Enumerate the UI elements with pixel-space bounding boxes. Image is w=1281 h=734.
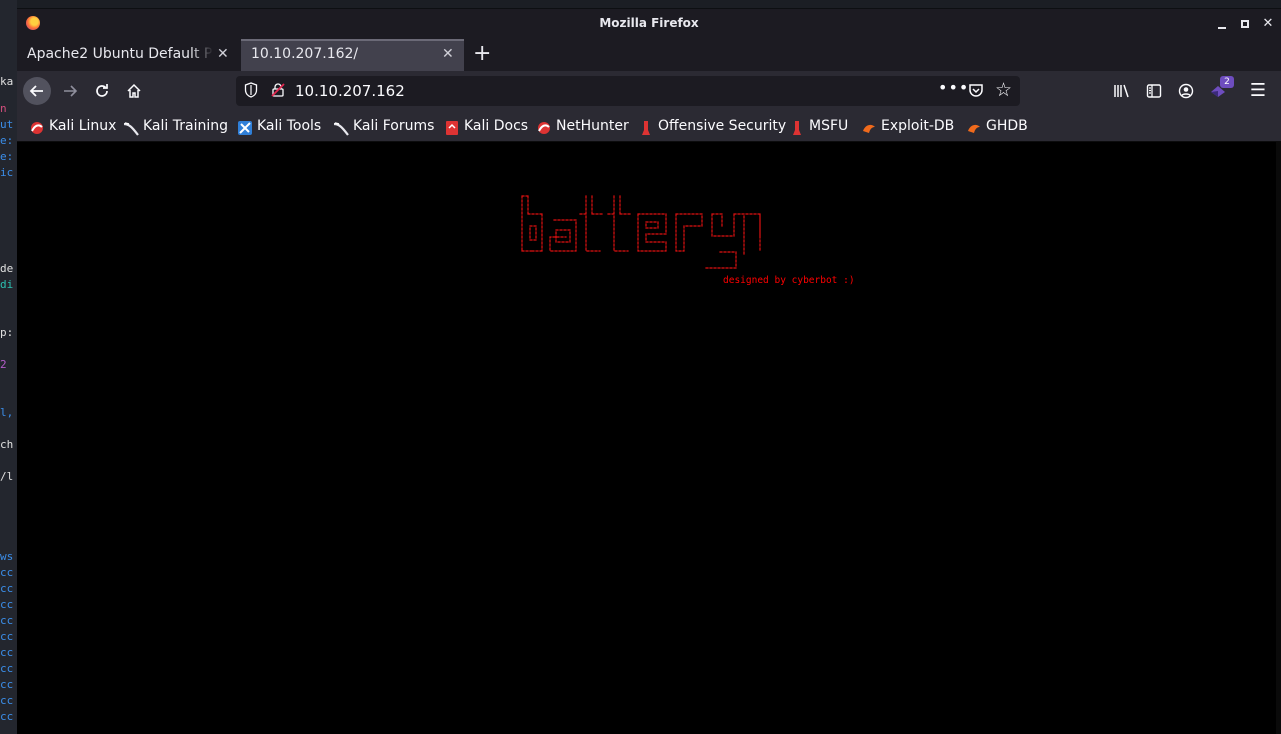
minimize-icon bbox=[1218, 27, 1226, 29]
tab-title: 10.10.207.162/ bbox=[251, 46, 359, 62]
bookmark-label: GHDB bbox=[986, 118, 1028, 134]
url-bar[interactable]: 10.10.207.162 ••• ☆ bbox=[236, 76, 1020, 106]
background-window-strip bbox=[0, 0, 1281, 9]
page-actions-more-icon[interactable]: ••• bbox=[938, 78, 969, 97]
home-icon bbox=[127, 83, 141, 98]
tab-strip: Apache2 Ubuntu Default Pac ✕ 10.10.207.1… bbox=[17, 39, 1281, 71]
pocket-icon[interactable] bbox=[968, 83, 984, 98]
tab-battery-active[interactable]: 10.10.207.162/ ✕ bbox=[241, 39, 464, 71]
home-button[interactable] bbox=[120, 77, 148, 105]
open-menu-button[interactable]: ☰ bbox=[1247, 80, 1269, 102]
navigation-toolbar: 10.10.207.162 ••• ☆ 2 ☰ bbox=[17, 71, 1281, 111]
maximize-button[interactable] bbox=[1235, 14, 1255, 34]
bookmark-label: MSFU bbox=[809, 118, 849, 134]
kali-dragon-icon bbox=[31, 122, 43, 134]
tab-close-icon[interactable]: ✕ bbox=[217, 46, 229, 62]
bookmark-label: Kali Docs bbox=[464, 118, 529, 134]
hamburger-menu-icon: ☰ bbox=[1249, 80, 1267, 101]
nethunter-icon bbox=[538, 122, 550, 134]
bookmark-label: NetHunter bbox=[556, 118, 629, 134]
forward-button[interactable] bbox=[56, 77, 84, 105]
tracking-protection-shield-icon[interactable] bbox=[244, 82, 258, 98]
sidebar-icon bbox=[1146, 84, 1162, 98]
bookmark-label: Offensive Security bbox=[658, 118, 787, 134]
new-tab-button[interactable]: + bbox=[473, 42, 491, 66]
bookmark-label: Exploit-DB bbox=[881, 118, 955, 134]
window-title: Mozilla Firefox bbox=[599, 16, 699, 30]
kali-training-icon bbox=[123, 122, 139, 136]
close-icon: ✕ bbox=[1262, 16, 1274, 31]
firefox-window: Mozilla Firefox ✕ Apache2 Ubuntu Default… bbox=[17, 9, 1281, 734]
insecure-connection-lock-icon[interactable] bbox=[271, 83, 285, 97]
bookmark-label: Kali Tools bbox=[257, 118, 322, 134]
bookmark-label: Kali Training bbox=[143, 118, 228, 134]
reload-icon bbox=[96, 84, 108, 97]
minimize-button[interactable] bbox=[1213, 14, 1233, 34]
tab-apache-default[interactable]: Apache2 Ubuntu Default Pac ✕ bbox=[17, 39, 241, 71]
exploit-db-icon bbox=[863, 124, 875, 133]
background-terminal: ka n ut e: e: ic de di p: 2 l, ch /l ws … bbox=[0, 0, 17, 734]
sidebar-toggle-button[interactable] bbox=[1143, 80, 1165, 102]
back-arrow-icon bbox=[29, 85, 43, 97]
url-text[interactable]: 10.10.207.162 bbox=[295, 82, 405, 100]
kali-docs-icon bbox=[446, 121, 458, 135]
bookmark-star-icon[interactable]: ☆ bbox=[995, 79, 1012, 101]
kali-forums-icon bbox=[333, 122, 349, 136]
designer-credit: designed by cyberbot :) bbox=[723, 275, 855, 286]
bookmark-label: Kali Forums bbox=[353, 118, 435, 134]
account-button[interactable] bbox=[1175, 80, 1197, 102]
maximize-icon bbox=[1241, 20, 1249, 28]
bookmarks-toolbar: Kali Linux Kali Training Kali Tools Kali… bbox=[17, 111, 1281, 142]
library-icon bbox=[1114, 84, 1129, 98]
page-content: designed by cyberbot :) bbox=[17, 142, 1281, 734]
account-icon bbox=[1178, 83, 1194, 99]
ghdb-icon bbox=[968, 124, 980, 133]
battery-ascii-logo bbox=[521, 195, 761, 269]
library-button[interactable] bbox=[1111, 80, 1133, 102]
kali-tools-icon bbox=[238, 121, 252, 135]
bookmark-label: Kali Linux bbox=[49, 118, 117, 134]
title-bar[interactable]: Mozilla Firefox ✕ bbox=[17, 9, 1281, 39]
forward-arrow-icon bbox=[64, 85, 78, 97]
offsec-icon bbox=[642, 121, 650, 135]
tab-close-icon[interactable]: ✕ bbox=[442, 46, 454, 62]
reload-button[interactable] bbox=[88, 77, 116, 105]
close-window-button[interactable]: ✕ bbox=[1258, 14, 1278, 34]
page-edge bbox=[1276, 142, 1281, 734]
extension-badge: 2 bbox=[1220, 76, 1234, 88]
back-button[interactable] bbox=[23, 77, 51, 105]
tab-title: Apache2 Ubuntu Default Pac bbox=[27, 46, 213, 62]
msfu-icon bbox=[793, 121, 801, 135]
